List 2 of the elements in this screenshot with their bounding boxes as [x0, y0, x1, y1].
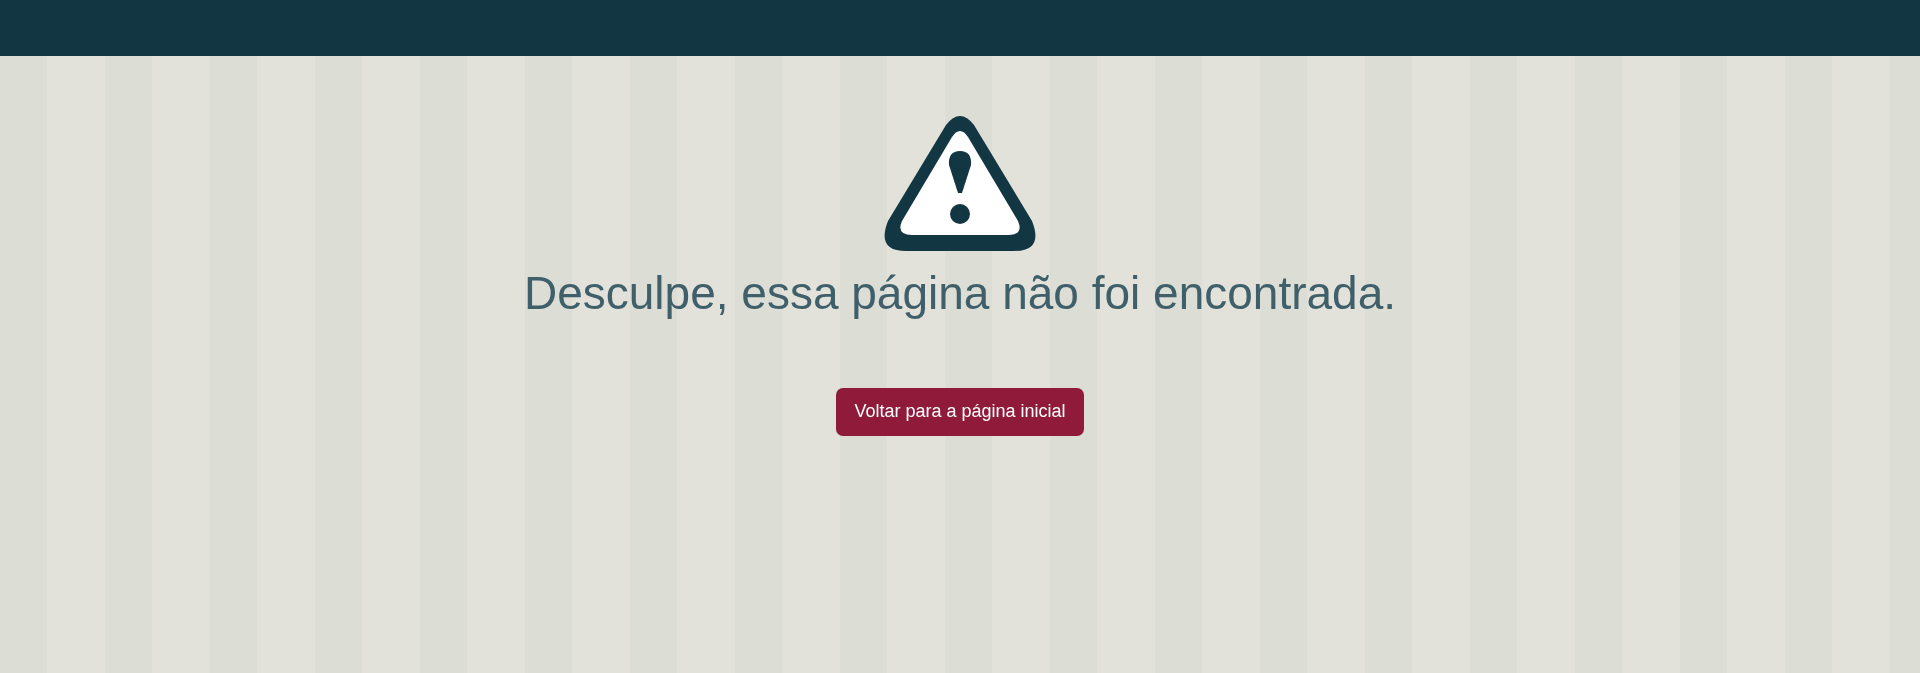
- home-button[interactable]: Voltar para a página inicial: [836, 387, 1084, 436]
- error-heading: Desculpe, essa página não foi encontrada.: [523, 266, 1396, 321]
